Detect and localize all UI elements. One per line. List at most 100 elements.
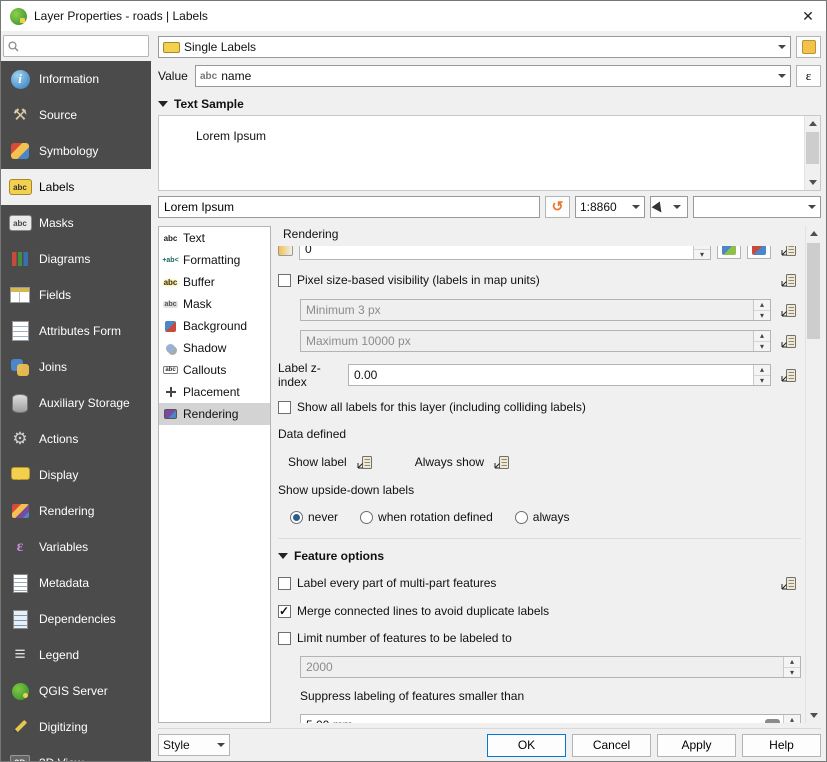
spinner-arrows[interactable] xyxy=(693,246,710,259)
minimum-pixel-spinbox[interactable]: Minimum 3 px xyxy=(300,299,771,321)
spinner-arrows[interactable] xyxy=(753,300,770,320)
spin-down-icon[interactable] xyxy=(754,310,770,321)
close-button[interactable]: ✕ xyxy=(790,1,826,31)
maximum-pixel-spinbox[interactable]: Maximum 10000 px xyxy=(300,330,771,352)
preview-background-combo[interactable] xyxy=(693,196,821,218)
sidebar-item-actions[interactable]: Actions xyxy=(1,421,151,457)
sidebar-item-diagrams[interactable]: Diagrams xyxy=(1,241,151,277)
scroll-thumb[interactable] xyxy=(806,132,819,164)
style-button[interactable]: Style xyxy=(158,734,230,756)
scroll-down-icon[interactable] xyxy=(806,708,821,723)
spin-down-icon[interactable] xyxy=(754,375,770,386)
map-scale-picker[interactable] xyxy=(650,196,688,218)
refresh-scale-button[interactable] xyxy=(747,246,771,259)
automated-placement-button[interactable] xyxy=(796,36,821,58)
label-tab-shadow[interactable]: Shadow xyxy=(159,337,270,359)
spinner-arrows[interactable] xyxy=(753,331,770,351)
spinner-arrows[interactable] xyxy=(783,657,800,677)
spin-up-icon[interactable] xyxy=(784,715,800,723)
limit-features-checkbox[interactable] xyxy=(278,632,291,645)
label-tab-placement[interactable]: Placement xyxy=(159,381,270,403)
sidebar-item-display[interactable]: Display xyxy=(1,457,151,493)
spin-up-icon[interactable] xyxy=(754,331,770,341)
sidebar-item-dependencies[interactable]: Dependencies xyxy=(1,601,151,637)
sidebar-item-source[interactable]: Source xyxy=(1,97,151,133)
label-tab-label: Formatting xyxy=(183,253,240,267)
radio-option-never[interactable]: never xyxy=(290,510,338,524)
sidebar-item-joins[interactable]: Joins xyxy=(1,349,151,385)
suppress-value-spinbox[interactable]: 5.00 mm xyxy=(300,714,801,723)
search-input[interactable] xyxy=(23,38,144,54)
label-tab-callouts[interactable]: Callouts xyxy=(159,359,270,381)
reset-sample-button[interactable] xyxy=(545,196,570,218)
scroll-up-icon[interactable] xyxy=(805,116,820,131)
apply-button[interactable]: Apply xyxy=(657,734,736,757)
scale-combo[interactable]: 1:8860 xyxy=(575,196,645,218)
sidebar-item-variables[interactable]: Variables xyxy=(1,529,151,565)
clipped-spinbox[interactable]: 0 xyxy=(299,246,711,260)
label-tab-text[interactable]: Text xyxy=(159,227,270,249)
sidebar-item-metadata[interactable]: Metadata xyxy=(1,565,151,601)
label-tab-background[interactable]: Background xyxy=(159,315,270,337)
label-every-part-checkbox[interactable] xyxy=(278,577,291,590)
sidebar-item-fields[interactable]: Fields xyxy=(1,277,151,313)
expression-builder-button[interactable]: ε xyxy=(796,65,821,87)
data-defined-button[interactable] xyxy=(490,452,514,472)
panel-scrollbar[interactable] xyxy=(805,226,821,723)
scroll-down-icon[interactable] xyxy=(805,175,820,190)
cancel-button[interactable]: Cancel xyxy=(572,734,651,757)
show-all-labels-checkbox[interactable] xyxy=(278,401,291,414)
scroll-track[interactable] xyxy=(806,241,821,708)
data-defined-button[interactable] xyxy=(777,246,801,259)
scroll-thumb[interactable] xyxy=(807,243,820,339)
limit-value-spinbox[interactable]: 2000 xyxy=(300,656,801,678)
data-defined-button[interactable] xyxy=(777,365,801,385)
ok-button[interactable]: OK xyxy=(487,734,566,757)
sidebar-item-rendering[interactable]: Rendering xyxy=(1,493,151,529)
label-tab-rendering[interactable]: Rendering xyxy=(159,403,270,425)
sidebar-item-digitizing[interactable]: Digitizing xyxy=(1,709,151,745)
sidebar-item-attributes-form[interactable]: Attributes Form xyxy=(1,313,151,349)
radio-option-always[interactable]: always xyxy=(515,510,570,524)
sidebar-item-masks[interactable]: Masks xyxy=(1,205,151,241)
spin-up-icon[interactable] xyxy=(754,365,770,375)
label-tab-formatting[interactable]: Formatting xyxy=(159,249,270,271)
spin-down-icon[interactable] xyxy=(694,249,710,260)
map-extent-button[interactable] xyxy=(717,246,741,259)
sidebar-item-legend[interactable]: Legend xyxy=(1,637,151,673)
data-defined-button[interactable] xyxy=(777,573,801,593)
spinner-arrows[interactable] xyxy=(753,365,770,385)
spinner-arrows[interactable] xyxy=(783,715,800,723)
sidebar-item-symbology[interactable]: Symbology xyxy=(1,133,151,169)
data-defined-button[interactable] xyxy=(777,300,801,320)
search-box[interactable] xyxy=(3,35,149,57)
zindex-spinbox[interactable]: 0.00 xyxy=(348,364,771,386)
text-sample-section-header[interactable]: Text Sample xyxy=(158,96,821,112)
spin-up-icon[interactable] xyxy=(754,300,770,310)
sample-scrollbar[interactable] xyxy=(804,116,820,190)
pixel-visibility-checkbox[interactable] xyxy=(278,274,291,287)
data-defined-button[interactable] xyxy=(777,270,801,290)
spin-down-icon[interactable] xyxy=(784,667,800,678)
data-defined-button[interactable] xyxy=(353,452,377,472)
sidebar-item-auxiliary-storage[interactable]: Auxiliary Storage xyxy=(1,385,151,421)
label-mode-combo[interactable]: Single Labels xyxy=(158,36,791,58)
clear-value-icon[interactable] xyxy=(765,719,780,724)
data-defined-button[interactable] xyxy=(777,331,801,351)
sidebar-item-information[interactable]: Information xyxy=(1,61,151,97)
spin-down-icon[interactable] xyxy=(754,341,770,352)
scroll-up-icon[interactable] xyxy=(806,226,821,241)
scroll-track[interactable] xyxy=(805,131,820,175)
radio-option-when-rotation-defined[interactable]: when rotation defined xyxy=(360,510,493,524)
value-field-combo[interactable]: abc name xyxy=(195,65,791,87)
feature-options-section-header[interactable]: Feature options xyxy=(278,538,801,564)
sample-text-input[interactable] xyxy=(158,196,540,218)
label-tab-mask[interactable]: Mask xyxy=(159,293,270,315)
label-tab-buffer[interactable]: Buffer xyxy=(159,271,270,293)
merge-connected-checkbox[interactable] xyxy=(278,605,291,618)
sidebar-item-3d-view[interactable]: 3D View xyxy=(1,745,151,761)
help-button[interactable]: Help xyxy=(742,734,821,757)
spin-up-icon[interactable] xyxy=(784,657,800,667)
sidebar-item-qgis-server[interactable]: QGIS Server xyxy=(1,673,151,709)
sidebar-item-labels[interactable]: Labels xyxy=(1,169,151,205)
